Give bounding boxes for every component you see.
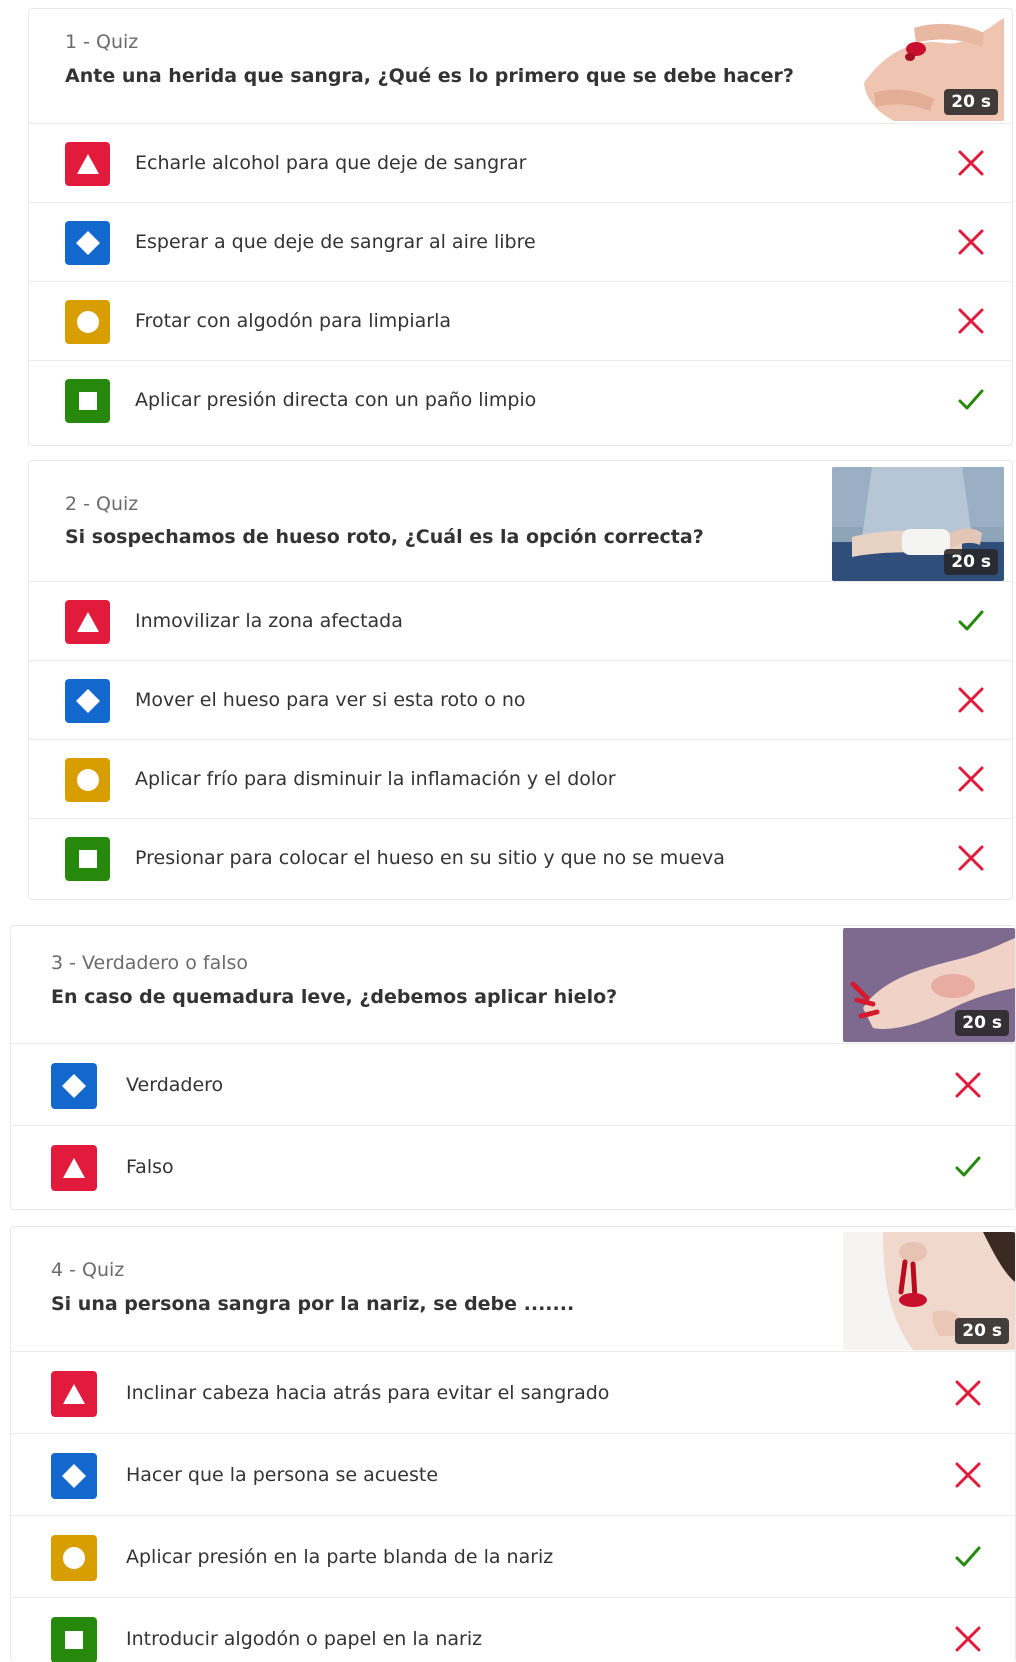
burned-arm-image: 20 s: [843, 928, 1015, 1042]
circle-icon: [65, 300, 110, 344]
answer-option: Aplicar frío para disminuir la inflamaci…: [29, 740, 1012, 819]
answer-option: Inclinar cabeza hacia atrás para evitar …: [11, 1352, 1015, 1434]
correct-icon: [958, 389, 984, 410]
correct-icon: [955, 1546, 981, 1567]
answer-option: Verdadero: [11, 1044, 1015, 1126]
question-card-3: 3 - Verdadero o falso En caso de quemadu…: [10, 925, 1016, 1210]
answer-text: Aplicar presión en la parte blanda de la…: [126, 1546, 554, 1568]
triangle-icon: [51, 1145, 97, 1191]
answer-text: Aplicar presión directa con un paño limp…: [135, 389, 537, 411]
time-limit-badge: 20 s: [955, 1318, 1009, 1344]
answer-text: Echarle alcohol para que deje de sangrar: [135, 152, 527, 174]
question-text: Si una persona sangra por la nariz, se d…: [51, 1293, 575, 1315]
answer-option: Frotar con algodón para limpiarla: [29, 282, 1012, 361]
answer-text: Inmovilizar la zona afectada: [135, 610, 403, 632]
question-card-4: 4 - Quiz Si una persona sangra por la na…: [10, 1226, 1016, 1662]
question-header: 3 - Verdadero o falso En caso de quemadu…: [11, 926, 1015, 1044]
incorrect-icon: [955, 1626, 981, 1652]
incorrect-icon: [958, 766, 984, 792]
answer-option: Aplicar presión directa con un paño limp…: [29, 361, 1012, 440]
answer-text: Esperar a que deje de sangrar al aire li…: [135, 231, 536, 253]
circle-icon: [51, 1535, 97, 1581]
answer-option: Introducir algodón o papel en la nariz: [11, 1598, 1015, 1662]
answer-list: Inmovilizar la zona afectada Mover el hu…: [29, 582, 1012, 898]
question-card-1: 1 - Quiz Ante una herida que sangra, ¿Qu…: [28, 8, 1013, 446]
answer-option: Echarle alcohol para que deje de sangrar: [29, 124, 1012, 203]
incorrect-icon: [955, 1462, 981, 1488]
answer-option: Presionar para colocar el hueso en su si…: [29, 819, 1012, 898]
question-type-label: 1 - Quiz: [65, 31, 139, 53]
question-header: 2 - Quiz Si sospechamos de hueso roto, ¿…: [29, 461, 1012, 582]
bleeding-finger-image: 20 s: [854, 13, 1004, 121]
answer-text: Mover el hueso para ver si esta roto o n…: [135, 689, 526, 711]
square-icon: [65, 837, 110, 881]
square-icon: [65, 379, 110, 423]
time-limit-badge: 20 s: [944, 89, 998, 115]
triangle-icon: [65, 142, 110, 186]
answer-text: Introducir algodón o papel en la nariz: [126, 1628, 483, 1650]
diamond-icon: [65, 679, 110, 723]
diamond-icon: [51, 1063, 97, 1109]
answer-text: Presionar para colocar el hueso en su si…: [135, 847, 725, 869]
correct-icon: [955, 1156, 981, 1177]
question-header: 4 - Quiz Si una persona sangra por la na…: [11, 1227, 1015, 1352]
incorrect-icon: [955, 1072, 981, 1098]
answer-option: Mover el hueso para ver si esta roto o n…: [29, 661, 1012, 740]
question-type-label: 4 - Quiz: [51, 1259, 125, 1281]
incorrect-icon: [955, 1380, 981, 1406]
incorrect-icon: [958, 687, 984, 713]
bandaged-wrist-image: 20 s: [832, 467, 1004, 581]
answer-text: Falso: [126, 1156, 174, 1178]
question-card-2: 2 - Quiz Si sospechamos de hueso roto, ¿…: [28, 460, 1013, 900]
answer-text: Inclinar cabeza hacia atrás para evitar …: [126, 1382, 610, 1404]
question-text: Si sospechamos de hueso roto, ¿Cuál es l…: [65, 526, 704, 548]
incorrect-icon: [958, 845, 984, 871]
diamond-icon: [65, 221, 110, 265]
correct-icon: [958, 610, 984, 631]
incorrect-icon: [958, 150, 984, 176]
answer-option: Falso: [11, 1126, 1015, 1208]
answer-text: Verdadero: [126, 1074, 224, 1096]
question-type-label: 3 - Verdadero o falso: [51, 952, 249, 974]
answer-option: Esperar a que deje de sangrar al aire li…: [29, 203, 1012, 282]
question-header: 1 - Quiz Ante una herida que sangra, ¿Qu…: [29, 9, 1012, 124]
answer-text: Aplicar frío para disminuir la inflamaci…: [135, 768, 616, 790]
square-icon: [51, 1617, 97, 1662]
answer-text: Frotar con algodón para limpiarla: [135, 310, 452, 332]
answer-text: Hacer que la persona se acueste: [126, 1464, 439, 1486]
answer-list: Echarle alcohol para que deje de sangrar…: [29, 124, 1012, 440]
answer-list: Verdadero Falso: [11, 1044, 1015, 1208]
quiz-review-page: 1 - Quiz Ante una herida que sangra, ¿Qu…: [0, 0, 1016, 1662]
nosebleed-image: 20 s: [843, 1232, 1015, 1350]
question-type-label: 2 - Quiz: [65, 493, 139, 515]
answer-option: Inmovilizar la zona afectada: [29, 582, 1012, 661]
time-limit-badge: 20 s: [955, 1010, 1009, 1036]
circle-icon: [65, 758, 110, 802]
triangle-icon: [51, 1371, 97, 1417]
time-limit-badge: 20 s: [944, 549, 998, 575]
incorrect-icon: [958, 308, 984, 334]
triangle-icon: [65, 600, 110, 644]
diamond-icon: [51, 1453, 97, 1499]
answer-option: Aplicar presión en la parte blanda de la…: [11, 1516, 1015, 1598]
answer-option: Hacer que la persona se acueste: [11, 1434, 1015, 1516]
incorrect-icon: [958, 229, 984, 255]
answer-list: Inclinar cabeza hacia atrás para evitar …: [11, 1352, 1015, 1662]
question-text: En caso de quemadura leve, ¿debemos apli…: [51, 986, 618, 1008]
question-text: Ante una herida que sangra, ¿Qué es lo p…: [65, 65, 794, 87]
